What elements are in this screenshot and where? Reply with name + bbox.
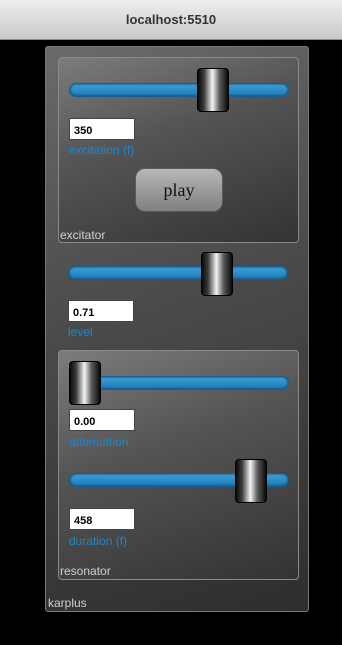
excitator-group-label: excitator [60, 228, 106, 242]
level-caption: level [68, 325, 93, 339]
level-slider-thumb[interactable] [201, 252, 233, 296]
excitation-slider-thumb[interactable] [197, 68, 229, 112]
excitation-number-field[interactable] [69, 118, 135, 140]
attenuation-slider-thumb[interactable] [69, 361, 101, 405]
window-title: localhost:5510 [125, 12, 217, 27]
excitation-slider-track[interactable] [69, 83, 289, 97]
karplus-panel: excitation (f) play excitator level atte… [45, 46, 309, 612]
attenuation-number-field[interactable] [69, 409, 135, 431]
karplus-panel-label: karplus [48, 596, 87, 610]
resonator-group: attenuation duration (f) resonator [58, 350, 299, 580]
window-titlebar: localhost:5510 [0, 0, 342, 40]
resonator-group-label: resonator [60, 564, 111, 578]
level-number-field[interactable] [68, 300, 134, 322]
attenuation-slider-track[interactable] [69, 376, 289, 390]
excitation-caption: excitation (f) [69, 143, 135, 157]
play-button[interactable]: play [135, 168, 223, 212]
level-slider-track[interactable] [68, 266, 288, 280]
excitator-group: excitation (f) play excitator [58, 57, 299, 243]
duration-number-field[interactable] [69, 508, 135, 530]
duration-caption: duration (f) [69, 534, 128, 548]
attenuation-caption: attenuation [69, 435, 129, 449]
duration-slider-thumb[interactable] [235, 459, 267, 503]
